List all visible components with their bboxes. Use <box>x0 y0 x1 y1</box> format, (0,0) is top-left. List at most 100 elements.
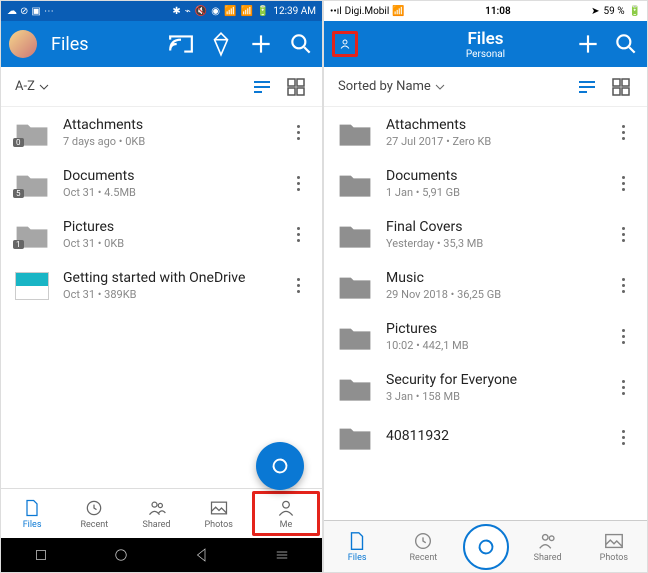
status-icons-right: ✱⌁🔇◉📶📶🔋12:39 AM <box>172 6 316 17</box>
grid-view-icon[interactable] <box>609 75 633 99</box>
nav-recent[interactable]: Recent <box>390 530 456 563</box>
add-icon[interactable] <box>575 31 601 57</box>
more-icon[interactable] <box>613 125 633 140</box>
item-subtitle: Yesterday • 35,3 MB <box>386 237 599 250</box>
more-icon[interactable] <box>288 176 308 191</box>
sort-button[interactable]: Sorted by Name <box>338 79 565 94</box>
item-title: Getting started with OneDrive <box>63 270 274 286</box>
nav-shared[interactable]: Shared <box>125 489 187 538</box>
chevron-down-icon <box>435 82 445 92</box>
folder-icon: 0 <box>15 119 49 147</box>
location-icon: ➤ <box>591 6 599 17</box>
item-subtitle: 10:02 • 442,1 MB <box>386 339 599 352</box>
softkey-back[interactable] <box>193 546 211 564</box>
nav-recent[interactable]: Recent <box>63 489 125 538</box>
item-subtitle: 27 Jul 2017 • Zero KB <box>386 135 599 148</box>
more-icon[interactable] <box>613 278 633 293</box>
ios-status-bar: ••ılDigi.Mobil📶 11:08 ➤59 %🔋 <box>324 1 647 21</box>
list-item[interactable]: Security for Everyone 3 Jan • 158 MB <box>324 362 647 413</box>
sort-label: Sorted by Name <box>338 79 431 94</box>
item-title: Attachments <box>386 117 599 133</box>
nav-photos[interactable]: Photos <box>188 489 250 538</box>
list-item[interactable]: Getting started with OneDrive Oct 31 • 38… <box>1 260 322 311</box>
list-item[interactable]: 0 Attachments7 days ago • 0KB <box>1 107 322 158</box>
list-item[interactable]: Music29 Nov 2018 • 36,25 GB <box>324 260 647 311</box>
folder-icon <box>338 272 372 300</box>
android-bottom-nav: Files Recent Shared Photos Me <box>1 488 322 538</box>
more-icon[interactable] <box>613 329 633 344</box>
carrier: Digi.Mobil <box>345 6 390 17</box>
more-icon[interactable] <box>288 125 308 140</box>
status-time: 12:39 AM <box>273 6 316 17</box>
grid-view-icon[interactable] <box>284 75 308 99</box>
avatar-button[interactable] <box>9 30 37 58</box>
profile-icon[interactable] <box>332 31 358 57</box>
battery-icon: 🔋 <box>629 6 641 17</box>
nav-files[interactable]: Files <box>324 530 390 563</box>
item-subtitle: 1 Jan • 5,91 GB <box>386 186 599 199</box>
chevron-down-icon <box>39 82 49 92</box>
item-title: Attachments <box>63 117 274 133</box>
softkey-menu[interactable] <box>273 546 291 564</box>
item-subtitle: Oct 31 • 389KB <box>63 288 274 301</box>
list-item[interactable]: Pictures10:02 • 442,1 MB <box>324 311 647 362</box>
sort-label: A-Z <box>15 79 35 94</box>
list-item[interactable]: 40811932 <box>324 413 647 461</box>
item-subtitle: Oct 31 • 4.5MB <box>63 186 274 199</box>
list-item[interactable]: 1 PicturesOct 31 • 0KB <box>1 209 322 260</box>
item-title: Security for Everyone <box>386 372 599 388</box>
scan-fab[interactable] <box>256 442 304 490</box>
app-subtitle: Personal <box>466 49 505 60</box>
more-icon[interactable] <box>613 176 633 191</box>
item-title: Pictures <box>63 219 274 235</box>
ios-file-list: Attachments 27 Jul 2017 • Zero KB Documen… <box>324 107 647 520</box>
softkey-home[interactable] <box>112 546 130 564</box>
list-view-icon[interactable] <box>250 75 274 99</box>
list-view-icon[interactable] <box>575 75 599 99</box>
item-title: Documents <box>386 168 599 184</box>
android-screen: ☁⊘▣⋯ ✱⌁🔇◉📶📶🔋12:39 AM Files A-Z 0 <box>1 1 324 572</box>
list-item[interactable]: Documents 1 Jan • 5,91 GB <box>324 158 647 209</box>
nav-me[interactable]: Me <box>252 491 320 536</box>
android-status-bar: ☁⊘▣⋯ ✱⌁🔇◉📶📶🔋12:39 AM <box>1 1 322 21</box>
android-soft-keys <box>1 538 322 572</box>
more-icon[interactable] <box>613 380 633 395</box>
nav-files[interactable]: Files <box>1 489 63 538</box>
list-item[interactable]: Final CoversYesterday • 35,3 MB <box>324 209 647 260</box>
item-subtitle: 3 Jan • 158 MB <box>386 390 599 403</box>
more-icon[interactable] <box>613 430 633 445</box>
cast-icon[interactable] <box>168 31 194 57</box>
ios-sort-row: Sorted by Name <box>324 67 647 107</box>
folder-icon <box>338 170 372 198</box>
sort-button[interactable]: A-Z <box>15 79 240 94</box>
search-icon[interactable] <box>288 31 314 57</box>
nav-shared[interactable]: Shared <box>515 530 581 563</box>
list-item[interactable]: Attachments 27 Jul 2017 • Zero KB <box>324 107 647 158</box>
android-app-bar: Files <box>1 21 322 67</box>
file-thumbnail <box>15 272 49 300</box>
premium-icon[interactable] <box>208 31 234 57</box>
item-subtitle: Oct 31 • 0KB <box>63 237 274 250</box>
android-sort-row: A-Z <box>1 67 322 107</box>
folder-icon <box>338 374 372 402</box>
more-icon[interactable] <box>288 278 308 293</box>
folder-icon <box>338 323 372 351</box>
status-icons-left: ☁⊘▣⋯ <box>7 6 54 17</box>
add-icon[interactable] <box>248 31 274 57</box>
more-icon[interactable] <box>613 227 633 242</box>
softkey-recent[interactable] <box>32 546 50 564</box>
android-file-list: 0 Attachments7 days ago • 0KB 5 Document… <box>1 107 322 488</box>
nav-photos[interactable]: Photos <box>581 530 647 563</box>
ios-app-bar: Files Personal <box>324 21 647 67</box>
search-icon[interactable] <box>613 31 639 57</box>
list-item[interactable]: 5 DocumentsOct 31 • 4.5MB <box>1 158 322 209</box>
ios-bottom-nav: Files Recent Shared Photos <box>324 520 647 572</box>
app-title: Files <box>466 29 505 49</box>
folder-icon <box>338 423 372 451</box>
folder-icon <box>338 119 372 147</box>
item-title: Documents <box>63 168 274 184</box>
status-time: 11:08 <box>485 6 511 17</box>
scan-fab[interactable] <box>463 524 509 570</box>
more-icon[interactable] <box>288 227 308 242</box>
folder-icon <box>338 221 372 249</box>
